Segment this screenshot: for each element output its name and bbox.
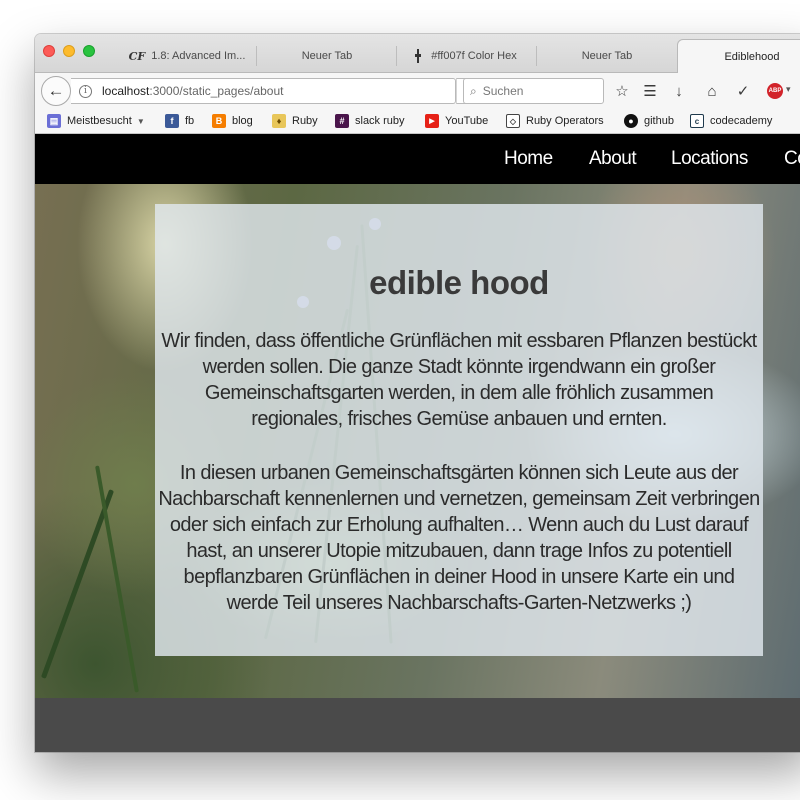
tab-strip: CF 1.8: Advanced Im... Neuer Tab #ff007f… — [35, 34, 800, 73]
about-paragraph-1: Wir finden, dass öffentliche Grünflächen… — [161, 330, 757, 430]
tab-label: Neuer Tab — [581, 50, 633, 62]
adblock-icon[interactable]: ABP — [767, 83, 783, 99]
folder-icon: ▤ — [47, 114, 61, 128]
youtube-icon: ▶ — [425, 114, 439, 128]
bookmark-blog[interactable]: B blog — [212, 113, 253, 129]
codecademy-icon: c — [690, 114, 704, 128]
bookmark-github[interactable]: ● github — [624, 113, 674, 129]
blogger-icon: B — [212, 114, 226, 128]
back-button[interactable]: ← — [41, 76, 71, 106]
bookmark-slack-ruby[interactable]: # slack ruby — [335, 113, 405, 129]
bookmarks-bar: ▤ Meistbesucht ▼ f fb B blog ♦ Ruby # sl… — [35, 109, 800, 134]
bookmark-ruby[interactable]: ♦ Ruby — [272, 113, 318, 129]
url-text[interactable]: localhost:3000/static_pages/about — [102, 84, 283, 98]
maximize-window-button[interactable] — [83, 45, 95, 57]
arrow-left-icon: ← — [47, 81, 65, 100]
facebook-icon: f — [165, 114, 179, 128]
bookmark-codecademy[interactable]: c codecademy — [690, 113, 772, 129]
bookmark-meistbesucht[interactable]: ▤ Meistbesucht ▼ — [47, 113, 145, 129]
browser-window: CF 1.8: Advanced Im... Neuer Tab #ff007f… — [35, 34, 800, 752]
pocket-icon[interactable]: ✓ — [732, 80, 754, 102]
ruby-icon: ♦ — [272, 114, 286, 128]
nav-link-about[interactable]: About — [589, 148, 637, 170]
search-icon: ⌕ — [470, 83, 477, 98]
tab-ediblehood[interactable]: Ediblehood — [677, 39, 800, 73]
chevron-down-icon: ▼ — [136, 116, 145, 126]
diamond-icon: ◇ — [506, 114, 520, 128]
page-footer — [35, 698, 800, 752]
chevron-down-icon[interactable]: ▾ — [786, 84, 791, 95]
about-card: edible hood Wir finden, dass öffentliche… — [155, 204, 763, 656]
web-page: Home About Locations Co edible hood Wir … — [35, 134, 800, 752]
bookmark-fb[interactable]: f fb — [165, 113, 194, 129]
tab-label: Neuer Tab — [301, 50, 353, 62]
about-paragraph-2: In diesen urbanen Gemeinschaftsgärten kö… — [158, 462, 760, 614]
tab-label: 1.8: Advanced Im... — [151, 50, 246, 62]
color-picker-icon — [415, 49, 422, 63]
star-icon[interactable]: ☆ — [611, 80, 633, 102]
tab-label: #ff007f Color Hex — [431, 50, 517, 62]
download-icon[interactable]: ↓ — [668, 80, 690, 102]
url-bar[interactable]: i localhost:3000/static_pages/about — [71, 78, 456, 104]
cf-favicon-icon: CF — [128, 49, 146, 63]
github-icon: ● — [624, 114, 638, 128]
tab-neuer-tab-2[interactable]: Neuer Tab — [537, 40, 677, 72]
reading-list-icon[interactable]: ☰ — [639, 80, 661, 102]
info-icon[interactable]: i — [79, 84, 92, 98]
bookmark-ruby-operators[interactable]: ◇ Ruby Operators — [506, 113, 604, 129]
tab-neuer-tab-1[interactable]: Neuer Tab — [257, 40, 397, 72]
site-navbar: Home About Locations Co — [35, 134, 800, 184]
search-input[interactable] — [480, 83, 590, 99]
search-bar[interactable]: ⌕ — [463, 78, 604, 104]
home-icon[interactable]: ⌂ — [701, 80, 723, 102]
bookmark-youtube[interactable]: ▶ YouTube — [425, 113, 488, 129]
minimize-window-button[interactable] — [63, 45, 75, 57]
nav-link-home[interactable]: Home — [504, 148, 553, 170]
slack-icon: # — [335, 114, 349, 128]
nav-link-contact[interactable]: Co — [784, 148, 800, 170]
page-title: edible hood — [369, 264, 549, 301]
tab-label: Ediblehood — [724, 50, 780, 63]
navigation-toolbar: i localhost:3000/static_pages/about ← ↻ … — [35, 73, 800, 109]
tab-advanced[interactable]: CF 1.8: Advanced Im... — [117, 40, 257, 72]
nav-link-locations[interactable]: Locations — [671, 148, 748, 170]
tab-color-hex[interactable]: #ff007f Color Hex — [397, 40, 537, 72]
close-window-button[interactable] — [43, 45, 55, 57]
